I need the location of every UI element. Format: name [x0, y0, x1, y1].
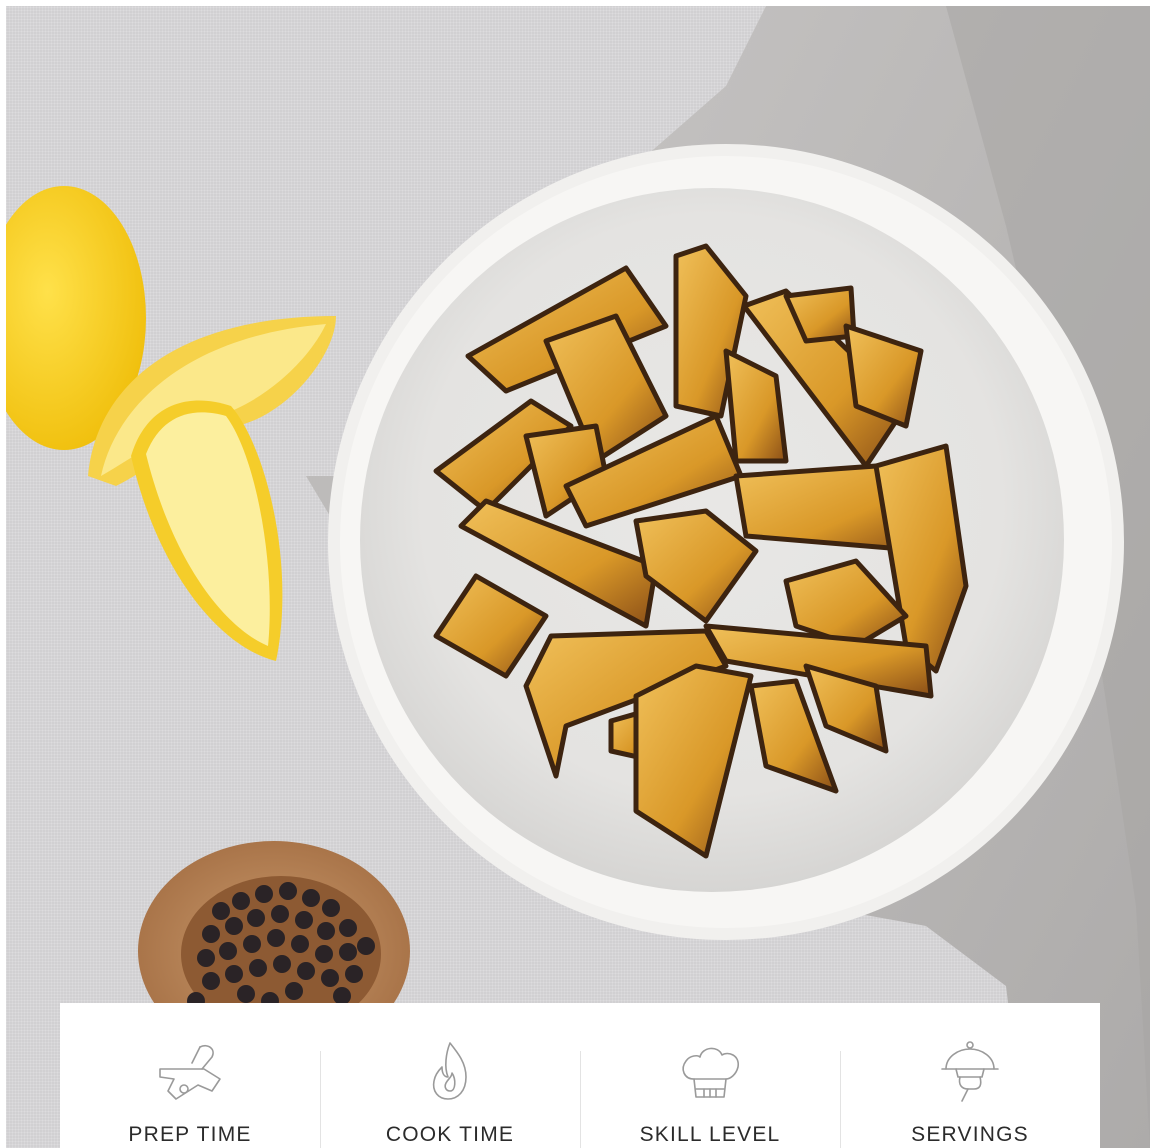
servings-label: SERVINGS: [911, 1123, 1029, 1146]
skill-level-label: SKILL LEVEL: [639, 1123, 781, 1146]
serving-cloche-icon: [941, 1041, 999, 1102]
recipe-hero-photo: [6, 6, 1150, 1148]
cook-time-item: COOK TIME: [320, 1003, 580, 1148]
lemons: [6, 186, 336, 661]
prep-time-label: PREP TIME: [128, 1123, 252, 1146]
photo-illustration: [6, 6, 1150, 1148]
page-frame: PREP TIME COOK TIME SKILL LEVEL SERVINGS: [0, 0, 1150, 1148]
skill-level-item: SKILL LEVEL: [580, 1003, 840, 1148]
cutting-board-icon: [159, 1044, 221, 1100]
chef-hat-icon: [682, 1047, 739, 1098]
flame-icon: [432, 1042, 467, 1100]
servings-item: SERVINGS: [840, 1003, 1100, 1148]
cook-time-label: COOK TIME: [385, 1123, 515, 1146]
prep-time-item: PREP TIME: [60, 1003, 320, 1148]
recipe-info-card: PREP TIME COOK TIME SKILL LEVEL SERVINGS: [60, 1003, 1100, 1148]
